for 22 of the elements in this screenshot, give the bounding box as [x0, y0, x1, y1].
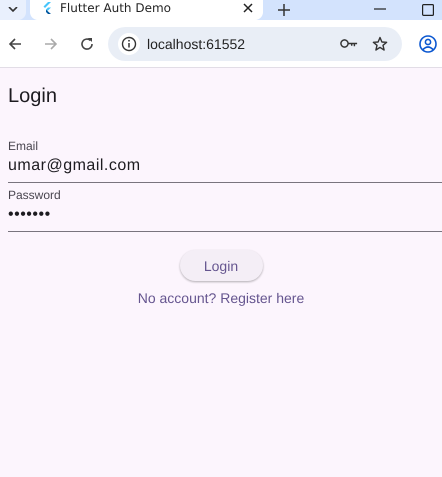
maximize-icon[interactable]: [422, 4, 434, 16]
key-icon[interactable]: [340, 38, 358, 49]
new-tab-icon[interactable]: [278, 4, 290, 16]
login-button[interactable]: Login: [180, 250, 262, 281]
minimize-icon[interactable]: [374, 8, 386, 12]
address-bar[interactable]: localhost:61552: [108, 26, 402, 60]
close-icon[interactable]: [243, 3, 253, 13]
profile-icon[interactable]: [419, 34, 437, 52]
flutter-icon: [42, 2, 52, 14]
browser-tab[interactable]: Flutter Auth Demo: [30, 0, 263, 20]
star-icon[interactable]: [372, 36, 388, 52]
reload-icon[interactable]: [79, 36, 95, 52]
back-icon[interactable]: [7, 36, 23, 52]
info-icon[interactable]: [118, 32, 140, 54]
register-link[interactable]: No account? Register here: [138, 290, 304, 306]
tab-list-button[interactable]: [0, 0, 26, 20]
page-title: Login: [8, 84, 58, 108]
chevron-icon: [8, 7, 18, 13]
url-text: localhost:61552: [147, 36, 246, 52]
text-field[interactable]: Password •••••••: [8, 187, 442, 232]
text-field[interactable]: Email umar@gmail.com: [8, 138, 442, 183]
tab-title: Flutter Auth Demo: [60, 2, 172, 14]
